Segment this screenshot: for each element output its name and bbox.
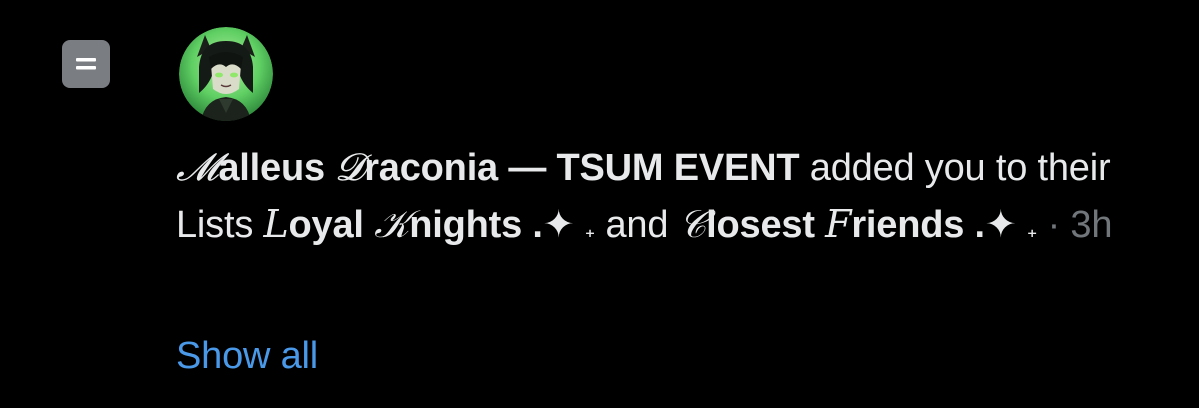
actor-name[interactable]: 𝓜alleus 𝓓raconia — TSUM EVENT (176, 145, 800, 189)
user-avatar[interactable] (179, 27, 273, 121)
actor-name-rest-2: raconia — TSUM EVENT (364, 147, 800, 189)
small-sparkle-icon: ₊ (584, 220, 596, 242)
list-add-notification[interactable]: 𝓜alleus 𝓓raconia — TSUM EVENT added you … (0, 0, 1199, 408)
actor-name-initial-2: 𝓓 (335, 145, 365, 189)
notification-message: 𝓜alleus 𝓓raconia — TSUM EVENT added you … (176, 139, 1186, 259)
actor-name-rest-1: alleus (218, 147, 336, 189)
list1-rest-2: nights . (409, 204, 543, 246)
meta-separator: · (1037, 204, 1071, 246)
timestamp: 3h (1070, 204, 1113, 246)
list1-rest-1: oyal (288, 204, 375, 246)
sparkle-icon: ✦ (542, 204, 575, 246)
list1-initial-1: 𝐿 (263, 202, 289, 246)
list2-initial-2: 𝐹 (825, 202, 852, 246)
conjunction-text: and (595, 204, 679, 246)
list2-rest-1: losest (706, 204, 826, 246)
list-icon (62, 40, 110, 88)
sparkle-icon: ✦ (984, 204, 1017, 246)
show-all-link[interactable]: Show all (176, 333, 318, 379)
list1-initial-2: 𝒦 (374, 202, 410, 246)
actor-name-initial-1: 𝓜 (176, 145, 219, 189)
list2-initial-1: 𝒞 (678, 202, 707, 246)
list2-rest-2: riends . (851, 204, 985, 246)
list-name-closest-friends[interactable]: 𝒞losest 𝐹riends .✦ ₊ (678, 202, 1038, 246)
small-sparkle-icon: ₊ (1026, 220, 1038, 242)
list-name-loyal-knights[interactable]: 𝐿oyal 𝒦nights .✦ ₊ (263, 202, 596, 246)
